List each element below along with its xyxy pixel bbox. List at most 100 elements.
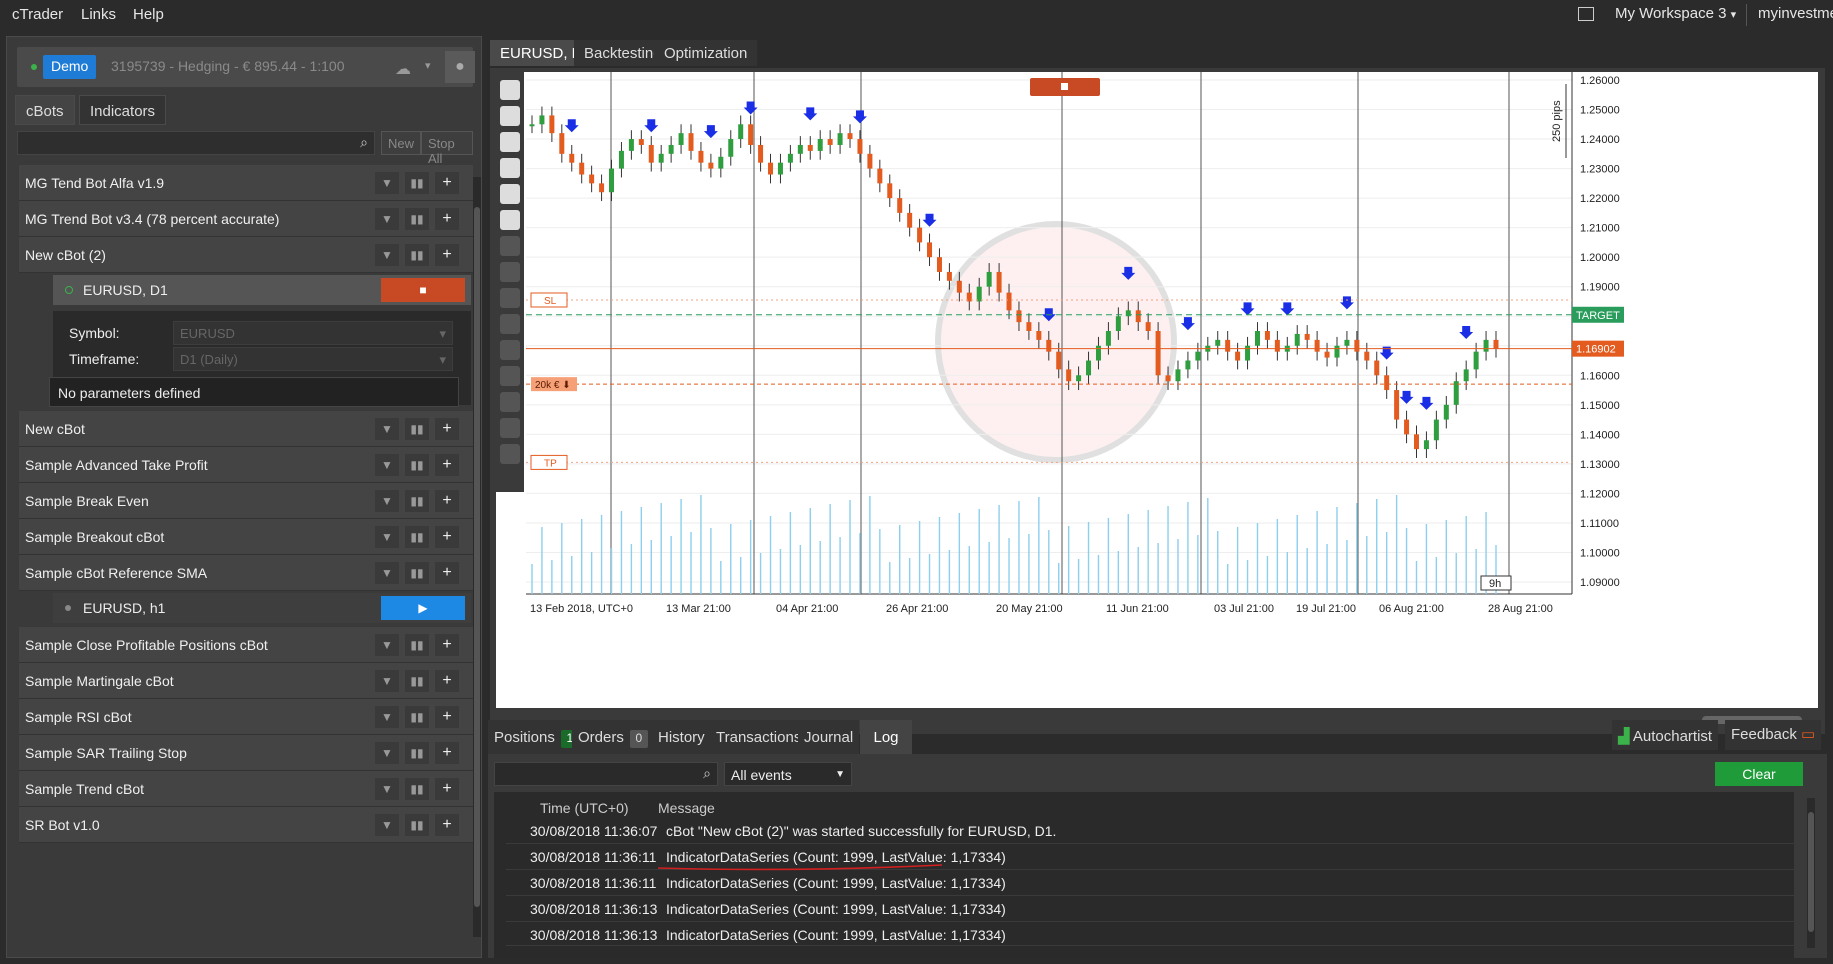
tab-cbots[interactable]: cBots [15, 95, 75, 125]
instances-icon[interactable]: ▮▮ [405, 418, 429, 440]
chevron-down-icon[interactable]: ▾ [425, 59, 431, 72]
add-instance-icon[interactable]: + [435, 208, 459, 230]
column-header-message[interactable]: Message [658, 800, 715, 816]
instances-icon[interactable]: ▮▮ [405, 706, 429, 728]
symbol-field[interactable]: EURUSD ▾ [173, 321, 453, 345]
event-filter-select[interactable]: All events ▼ [724, 762, 852, 786]
instances-icon[interactable]: ▮▮ [405, 814, 429, 836]
search-icon[interactable]: ⌕ [360, 134, 368, 151]
add-instance-icon[interactable]: + [435, 172, 459, 194]
workspace-selector[interactable]: My Workspace 3 ▾ [1615, 5, 1736, 22]
add-instance-icon[interactable]: + [435, 454, 459, 476]
autochartist-button[interactable]: ▟ Autochartist [1612, 720, 1719, 750]
scrollbar-thumb[interactable] [1808, 812, 1814, 932]
chevron-down-icon[interactable]: ▼ [375, 244, 399, 266]
tab-history[interactable]: History [652, 720, 711, 754]
log-scrollbar[interactable] [1807, 798, 1815, 948]
instances-icon[interactable]: ▮▮ [405, 490, 429, 512]
add-instance-icon[interactable]: + [435, 244, 459, 266]
chevron-down-icon[interactable]: ▼ [375, 706, 399, 728]
timeframe-d1-icon[interactable] [500, 392, 520, 412]
list-item[interactable]: New cBot ▼ ▮▮ + [19, 411, 473, 447]
table-row[interactable]: 30/08/2018 11:36:11 IndicatorDataSeries (… [506, 870, 1796, 896]
list-item[interactable]: MG Tend Bot Alfa v1.9 ▼ ▮▮ + [19, 165, 473, 201]
chevron-down-icon[interactable]: ▼ [375, 208, 399, 230]
instances-icon[interactable]: ▮▮ [405, 172, 429, 194]
add-instance-icon[interactable]: + [435, 418, 459, 440]
chevron-down-icon[interactable]: ▼ [375, 670, 399, 692]
tab-log[interactable]: Log [860, 720, 912, 754]
list-item[interactable]: Sample Trend cBot ▼ ▮▮ + [19, 771, 473, 807]
play-instance-button[interactable]: ▶ [381, 596, 465, 620]
add-instance-icon[interactable]: + [435, 670, 459, 692]
chevron-down-icon[interactable]: ▼ [375, 634, 399, 656]
account-selector[interactable]: Demo 3195739 - Hedging - € 895.44 - 1:10… [17, 47, 475, 87]
add-instance-icon[interactable]: + [435, 490, 459, 512]
menu-help[interactable]: Help [133, 6, 164, 23]
timeframe-h1-icon[interactable] [500, 340, 520, 360]
list-item[interactable]: Sample Martingale cBot ▼ ▮▮ + [19, 663, 473, 699]
scrollbar-thumb[interactable] [474, 207, 480, 907]
timeframe-m5-icon[interactable] [500, 262, 520, 282]
layout-icon[interactable] [1578, 7, 1594, 21]
add-instance-icon[interactable]: + [435, 778, 459, 800]
instances-icon[interactable]: ▮▮ [405, 244, 429, 266]
instances-icon[interactable]: ▮▮ [405, 208, 429, 230]
feedback-button[interactable]: Feedback ▭ [1725, 720, 1822, 750]
list-item[interactable]: Sample RSI cBot ▼ ▮▮ + [19, 699, 473, 735]
tab-transactions[interactable]: Transactions [710, 720, 808, 754]
table-row[interactable]: 30/08/2018 11:36:13 IndicatorDataSeries (… [506, 922, 1796, 946]
cbot-search-input[interactable]: ⌕ [17, 131, 375, 155]
camera-icon[interactable] [500, 210, 520, 230]
list-item[interactable]: Sample SAR Trailing Stop ▼ ▮▮ + [19, 735, 473, 771]
tab-indicators[interactable]: Indicators [79, 95, 167, 125]
add-instance-icon[interactable]: + [435, 742, 459, 764]
instances-icon[interactable]: ▮▮ [405, 454, 429, 476]
user-account-name[interactable]: myinvestme [1758, 5, 1833, 22]
add-instance-icon[interactable]: + [435, 526, 459, 548]
timeframe-field[interactable]: D1 (Daily) ▾ [173, 347, 453, 371]
chevron-down-icon[interactable]: ▼ [375, 778, 399, 800]
chevron-down-icon[interactable]: ▼ [375, 526, 399, 548]
tab-journal[interactable]: Journal [798, 720, 860, 754]
indicators-icon[interactable] [500, 158, 520, 178]
timeframe-mn-icon[interactable] [500, 444, 520, 464]
list-item[interactable]: Sample Breakout cBot ▼ ▮▮ + [19, 519, 473, 555]
chevron-down-icon[interactable]: ▼ [375, 814, 399, 836]
instances-icon[interactable]: ▮▮ [405, 670, 429, 692]
chevron-down-icon[interactable]: ▼ [375, 172, 399, 194]
add-instance-icon[interactable]: + [435, 706, 459, 728]
add-instance-icon[interactable]: + [435, 562, 459, 584]
clear-log-button[interactable]: Clear [1715, 762, 1803, 786]
list-item[interactable]: SR Bot v1.0 ▼ ▮▮ + [19, 807, 473, 843]
column-header-time[interactable]: Time (UTC+0) [540, 800, 629, 816]
search-icon[interactable]: ⌕ [703, 765, 711, 782]
log-search-input[interactable]: ⌕ [494, 762, 718, 786]
instances-icon[interactable]: ▮▮ [405, 562, 429, 584]
tab-positions[interactable]: Positions 1 [488, 720, 585, 754]
user-icon[interactable]: ● [445, 51, 475, 83]
list-item[interactable]: Sample Break Even ▼ ▮▮ + [19, 483, 473, 519]
instances-icon[interactable]: ▮▮ [405, 778, 429, 800]
zoom-in-icon[interactable] [500, 80, 520, 100]
chevron-down-icon[interactable]: ▼ [375, 418, 399, 440]
list-item[interactable]: Sample Advanced Take Profit ▼ ▮▮ + [19, 447, 473, 483]
instances-icon[interactable]: ▮▮ [405, 634, 429, 656]
timeframe-m30-icon[interactable] [500, 314, 520, 334]
table-row[interactable]: 30/08/2018 11:36:07 cBot "New cBot (2)" w… [506, 818, 1796, 844]
timeframe-m1-icon[interactable] [500, 236, 520, 256]
list-item[interactable]: Sample Close Profitable Positions cBot ▼… [19, 627, 473, 663]
price-chart[interactable]: 1.26000 1.25000 1.24000 1.23000 1.22000 1.210… [496, 72, 1818, 708]
list-item[interactable]: MG Trend Bot v3.4 (78 percent accurate) … [19, 201, 473, 237]
zoom-out-icon[interactable] [500, 106, 520, 126]
chevron-down-icon[interactable]: ▼ [375, 454, 399, 476]
tab-optimization[interactable]: Optimization [654, 40, 758, 66]
chevron-down-icon[interactable]: ▼ [375, 562, 399, 584]
cbot-instance-running[interactable]: EURUSD, D1 ■ [53, 275, 471, 305]
chevron-down-icon[interactable]: ▼ [375, 490, 399, 512]
new-cbot-button[interactable]: New [381, 131, 422, 155]
list-item[interactable]: New cBot (2) ▼ ▮▮ + [19, 237, 473, 273]
instances-icon[interactable]: ▮▮ [405, 526, 429, 548]
menu-ctrader[interactable]: cTrader [12, 6, 63, 23]
list-item[interactable]: Sample cBot Reference SMA ▼ ▮▮ + [19, 555, 473, 591]
